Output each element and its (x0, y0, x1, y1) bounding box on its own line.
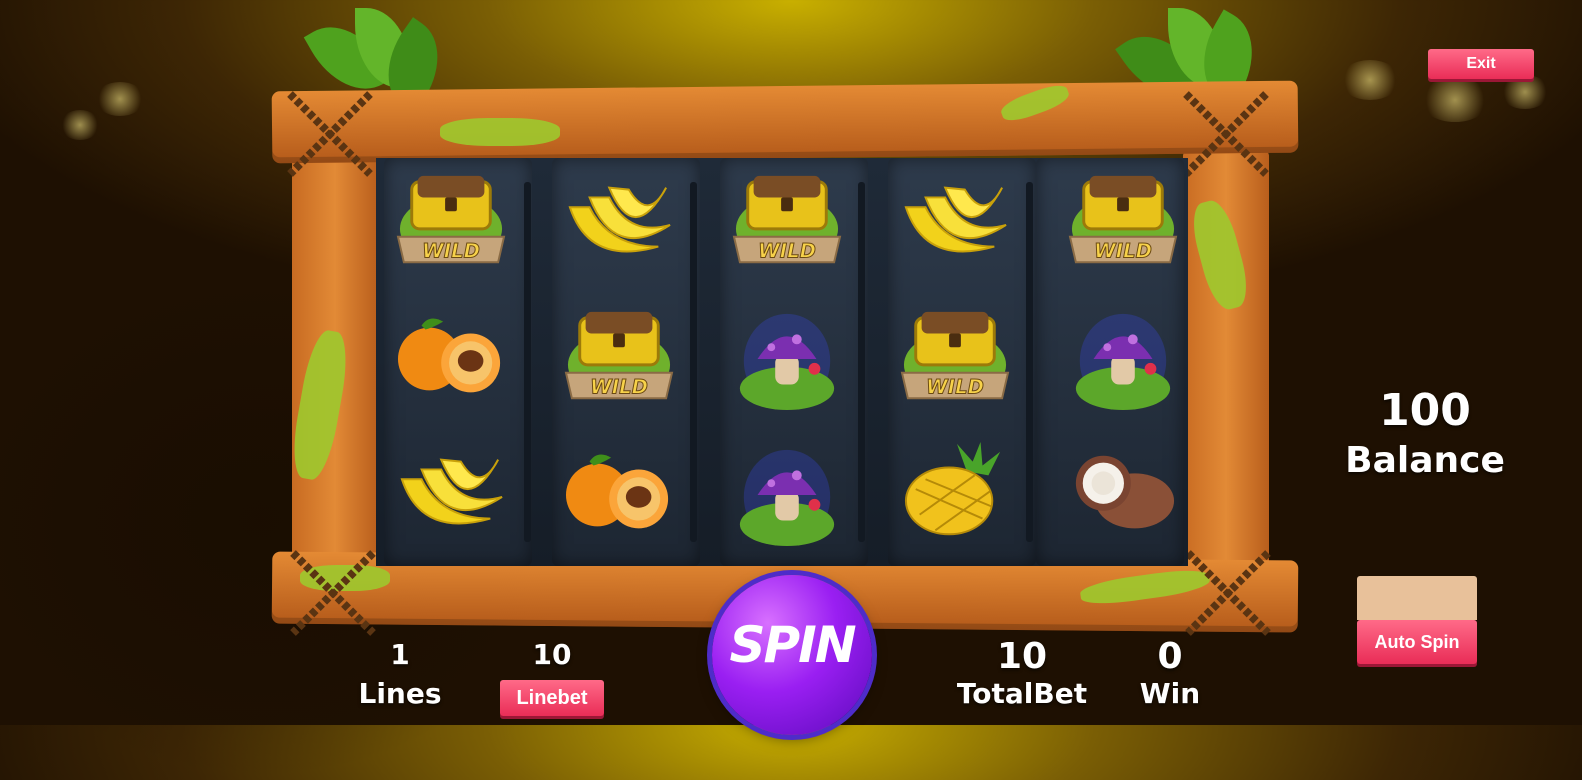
reel-area: WILD WILD WILD WILD WILD (376, 158, 1188, 566)
wild-chest-icon: WILD (1064, 168, 1182, 276)
wild-label: WILD (926, 375, 984, 398)
banana-icon (392, 440, 510, 548)
orange-icon (392, 304, 510, 412)
wild-chest-icon: WILD (896, 304, 1014, 412)
reel-divider (1026, 182, 1033, 542)
mushroom-icon (1064, 304, 1182, 412)
orange-icon (560, 440, 678, 548)
leaves-left-decoration (303, 8, 459, 115)
rope-knot-bottom-left (290, 550, 376, 636)
balance-value: 100 (1379, 385, 1471, 436)
reel-divider (690, 182, 697, 542)
wild-chest-icon: WILD (728, 168, 846, 276)
frame-top-beam (271, 80, 1299, 164)
wild-label: WILD (422, 239, 480, 262)
light-glow (95, 82, 145, 116)
slime-splash (440, 118, 560, 146)
rope-knot-bottom-right (1185, 550, 1271, 636)
totalbet-value: 10 (996, 636, 1048, 677)
light-glow (1500, 75, 1550, 109)
light-glow (1340, 60, 1400, 100)
win-label: Win (1139, 677, 1201, 710)
linebet-button[interactable]: Linebet (500, 680, 604, 716)
lines-value: 1 (390, 638, 410, 671)
wild-chest-icon: WILD (560, 304, 678, 412)
auto-spin-panel (1357, 576, 1477, 620)
wild-label: WILD (1094, 239, 1152, 262)
totalbet-label: TotalBet (956, 677, 1088, 710)
wild-label: WILD (590, 375, 648, 398)
exit-button[interactable]: Exit (1428, 49, 1534, 79)
light-glow (60, 110, 100, 140)
light-glow (1420, 78, 1490, 122)
spin-label: SPIN (729, 616, 856, 674)
mushroom-icon (728, 440, 846, 548)
mushroom-icon (728, 304, 846, 412)
spin-button[interactable]: SPIN (712, 575, 872, 735)
wild-label: WILD (758, 239, 816, 262)
banana-icon (896, 168, 1014, 276)
rope-knot-top-right (1183, 91, 1269, 177)
balance-label: Balance (1345, 440, 1505, 481)
auto-spin-button[interactable]: Auto Spin (1357, 620, 1477, 664)
banana-icon (560, 168, 678, 276)
reel-divider (858, 182, 865, 542)
rope-knot-top-left (287, 91, 373, 177)
reel-divider (524, 182, 531, 542)
pineapple-icon (896, 440, 1014, 548)
win-value: 0 (1157, 636, 1183, 677)
lines-label: Lines (358, 677, 442, 710)
coconut-icon (1064, 440, 1182, 548)
linebet-value: 10 (532, 638, 572, 671)
wild-chest-icon: WILD (392, 168, 510, 276)
